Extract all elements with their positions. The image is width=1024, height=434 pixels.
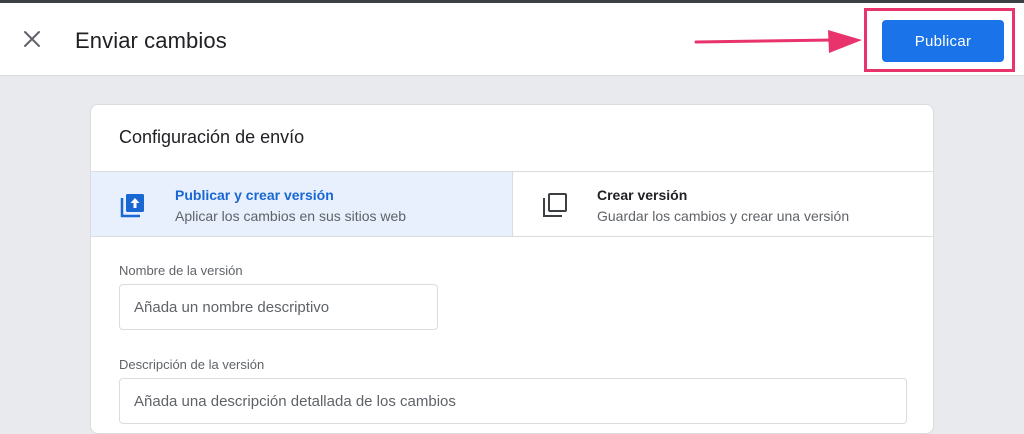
option-publish-and-create-version[interactable]: Publicar y crear versión Aplicar los cam… xyxy=(91,172,512,236)
version-name-input[interactable] xyxy=(119,284,438,330)
submission-options: Publicar y crear versión Aplicar los cam… xyxy=(91,171,933,237)
annotation-arrow-icon xyxy=(694,30,862,53)
version-description-label: Descripción de la versión xyxy=(119,357,265,372)
header-bar: Enviar cambios Publicar xyxy=(0,3,1024,76)
version-icon xyxy=(543,193,567,217)
card-title: Configuración de envío xyxy=(119,127,305,147)
option-create-version[interactable]: Crear versión Guardar los cambios y crea… xyxy=(512,172,933,236)
publish-icon xyxy=(120,194,144,218)
publish-button[interactable]: Publicar xyxy=(882,20,1004,62)
option-title: Crear versión xyxy=(597,187,688,203)
option-subtitle: Aplicar los cambios en sus sitios web xyxy=(175,208,407,224)
option-title: Publicar y crear versión xyxy=(175,187,334,203)
close-icon xyxy=(24,31,40,47)
submission-config-card: Configuración de envío Publicar y crear … xyxy=(90,104,934,434)
page-title: Enviar cambios xyxy=(75,28,227,53)
option-subtitle: Guardar los cambios y crear una versión xyxy=(597,208,850,224)
version-name-label: Nombre de la versión xyxy=(119,263,243,278)
version-description-input[interactable] xyxy=(119,378,907,424)
close-button[interactable] xyxy=(18,25,46,53)
